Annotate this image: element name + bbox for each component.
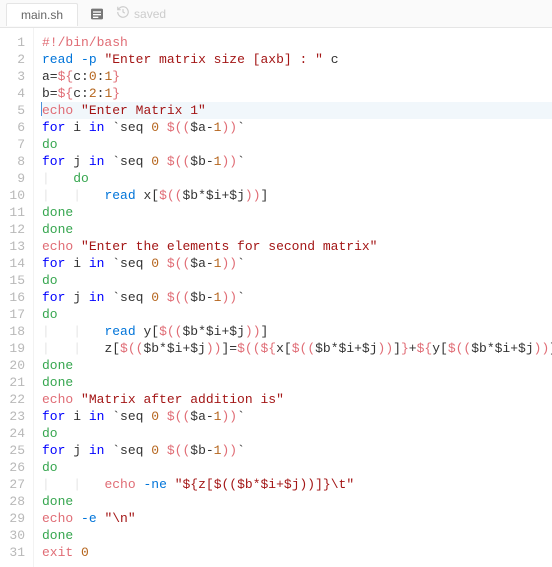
line-number: 21: [4, 374, 25, 391]
saved-label: saved: [134, 7, 166, 21]
code-line[interactable]: done: [42, 204, 552, 221]
line-number: 14: [4, 255, 25, 272]
line-number: 30: [4, 527, 25, 544]
code-line[interactable]: exit 0: [42, 544, 552, 561]
indent-icon[interactable]: [88, 5, 106, 23]
line-number: 27: [4, 476, 25, 493]
line-number: 26: [4, 459, 25, 476]
code-line[interactable]: for j in `seq 0 $(($b-1))`: [42, 442, 552, 459]
code-line[interactable]: done: [42, 527, 552, 544]
code-line[interactable]: | | read x[$(($b*$i+$j))]: [42, 187, 552, 204]
line-number: 7: [4, 136, 25, 153]
line-number: 20: [4, 357, 25, 374]
code-line[interactable]: echo "Matrix after addition is": [42, 391, 552, 408]
code-line[interactable]: | do: [42, 170, 552, 187]
code-line[interactable]: b=${c:2:1}: [42, 85, 552, 102]
file-tab-label: main.sh: [21, 8, 63, 22]
code-line[interactable]: echo "Enter the elements for second matr…: [42, 238, 552, 255]
code-line[interactable]: do: [42, 272, 552, 289]
code-line[interactable]: done: [42, 493, 552, 510]
line-number: 12: [4, 221, 25, 238]
line-number: 25: [4, 442, 25, 459]
code-line[interactable]: done: [42, 221, 552, 238]
code-line[interactable]: do: [42, 459, 552, 476]
code-line[interactable]: a=${c:0:1}: [42, 68, 552, 85]
code-line[interactable]: | | z[$(($b*$i+$j))]=$((${x[$(($b*$i+$j)…: [42, 340, 552, 357]
line-number: 3: [4, 68, 25, 85]
code-line[interactable]: for j in `seq 0 $(($b-1))`: [42, 289, 552, 306]
code-line[interactable]: for j in `seq 0 $(($b-1))`: [42, 153, 552, 170]
code-line[interactable]: for i in `seq 0 $(($a-1))`: [42, 408, 552, 425]
code-line[interactable]: | | echo -ne "${z[$(($b*$i+$j))]}\t": [42, 476, 552, 493]
line-number: 9: [4, 170, 25, 187]
line-number: 18: [4, 323, 25, 340]
code-line[interactable]: done: [42, 374, 552, 391]
code-line[interactable]: do: [42, 425, 552, 442]
line-number: 16: [4, 289, 25, 306]
code-editor[interactable]: 1234567891011121314151617181920212223242…: [0, 28, 552, 567]
line-number: 2: [4, 51, 25, 68]
code-line[interactable]: | | read y[$(($b*$i+$j))]: [42, 323, 552, 340]
history-icon: [116, 5, 130, 22]
line-number: 22: [4, 391, 25, 408]
line-gutter: 1234567891011121314151617181920212223242…: [0, 28, 34, 567]
line-number: 13: [4, 238, 25, 255]
code-line[interactable]: do: [42, 136, 552, 153]
code-line[interactable]: do: [42, 306, 552, 323]
line-number: 10: [4, 187, 25, 204]
line-number: 23: [4, 408, 25, 425]
line-number: 11: [4, 204, 25, 221]
tab-bar: main.sh saved: [0, 0, 552, 28]
line-number: 6: [4, 119, 25, 136]
line-number: 28: [4, 493, 25, 510]
code-line[interactable]: echo "Enter Matrix 1": [42, 102, 552, 119]
line-number: 29: [4, 510, 25, 527]
line-number: 8: [4, 153, 25, 170]
line-number: 1: [4, 34, 25, 51]
file-tab[interactable]: main.sh: [6, 3, 78, 26]
code-line[interactable]: read -p "Enter matrix size [axb] : " c: [42, 51, 552, 68]
code-line[interactable]: for i in `seq 0 $(($a-1))`: [42, 119, 552, 136]
line-number: 17: [4, 306, 25, 323]
line-number: 15: [4, 272, 25, 289]
code-line[interactable]: for i in `seq 0 $(($a-1))`: [42, 255, 552, 272]
line-number: 19: [4, 340, 25, 357]
line-number: 31: [4, 544, 25, 561]
line-number: 5: [4, 102, 25, 119]
code-line[interactable]: done: [42, 357, 552, 374]
saved-indicator: saved: [116, 5, 166, 22]
line-number: 24: [4, 425, 25, 442]
code-area[interactable]: #!/bin/bashread -p "Enter matrix size [a…: [34, 28, 552, 567]
line-number: 4: [4, 85, 25, 102]
code-line[interactable]: #!/bin/bash: [42, 34, 552, 51]
code-line[interactable]: echo -e "\n": [42, 510, 552, 527]
